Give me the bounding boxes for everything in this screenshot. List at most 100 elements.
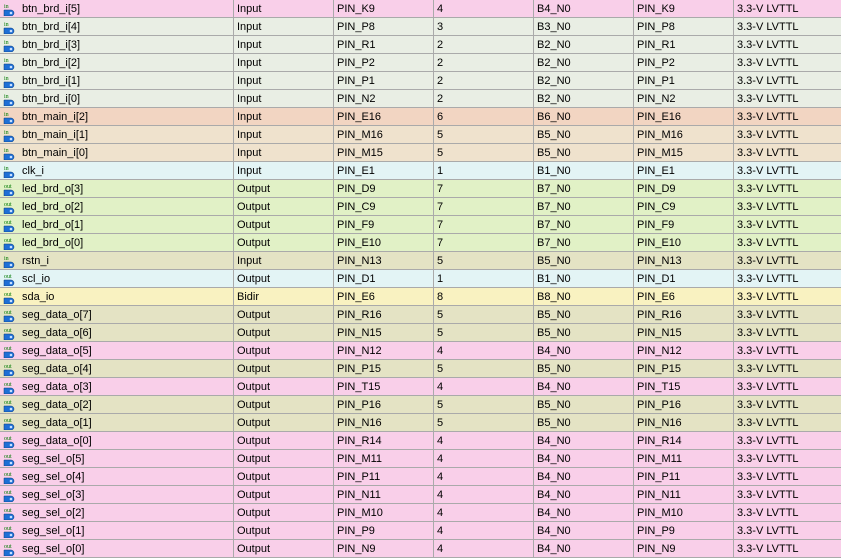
vref-cell[interactable]: B4_N0	[534, 522, 634, 539]
vref-cell[interactable]: B2_N0	[534, 72, 634, 89]
fitter-location-cell[interactable]: PIN_M16	[634, 126, 734, 143]
table-row[interactable]: in btn_main_i[0]InputPIN_M155B5_N0PIN_M1…	[0, 144, 841, 162]
iobank-cell[interactable]: 8	[434, 288, 534, 305]
location-cell[interactable]: PIN_N11	[334, 486, 434, 503]
location-cell[interactable]: PIN_M11	[334, 450, 434, 467]
fitter-location-cell[interactable]: PIN_N12	[634, 342, 734, 359]
vref-cell[interactable]: B5_N0	[534, 414, 634, 431]
table-row[interactable]: out led_brd_o[2]OutputPIN_C97B7_N0PIN_C9…	[0, 198, 841, 216]
table-row[interactable]: in btn_main_i[2]InputPIN_E166B6_N0PIN_E1…	[0, 108, 841, 126]
iostandard-cell[interactable]: 3.3-V LVTTL	[734, 306, 841, 323]
table-row[interactable]: out seg_sel_o[3]OutputPIN_N114B4_N0PIN_N…	[0, 486, 841, 504]
iobank-cell[interactable]: 4	[434, 450, 534, 467]
iobank-cell[interactable]: 7	[434, 216, 534, 233]
location-cell[interactable]: PIN_C9	[334, 198, 434, 215]
direction-cell[interactable]: Input	[234, 18, 334, 35]
fitter-location-cell[interactable]: PIN_R16	[634, 306, 734, 323]
fitter-location-cell[interactable]: PIN_T15	[634, 378, 734, 395]
direction-cell[interactable]: Output	[234, 414, 334, 431]
vref-cell[interactable]: B4_N0	[534, 486, 634, 503]
direction-cell[interactable]: Output	[234, 216, 334, 233]
vref-cell[interactable]: B4_N0	[534, 468, 634, 485]
iostandard-cell[interactable]: 3.3-V LVTTL	[734, 126, 841, 143]
table-row[interactable]: in btn_brd_i[1]InputPIN_P12B2_N0PIN_P13.…	[0, 72, 841, 90]
fitter-location-cell[interactable]: PIN_N11	[634, 486, 734, 503]
location-cell[interactable]: PIN_N15	[334, 324, 434, 341]
location-cell[interactable]: PIN_E16	[334, 108, 434, 125]
fitter-location-cell[interactable]: PIN_R14	[634, 432, 734, 449]
iobank-cell[interactable]: 1	[434, 162, 534, 179]
table-row[interactable]: out seg_data_o[3]OutputPIN_T154B4_N0PIN_…	[0, 378, 841, 396]
iobank-cell[interactable]: 3	[434, 18, 534, 35]
iostandard-cell[interactable]: 3.3-V LVTTL	[734, 216, 841, 233]
location-cell[interactable]: PIN_N9	[334, 540, 434, 557]
iobank-cell[interactable]: 2	[434, 90, 534, 107]
iostandard-cell[interactable]: 3.3-V LVTTL	[734, 0, 841, 17]
table-row[interactable]: out seg_sel_o[4]OutputPIN_P114B4_N0PIN_P…	[0, 468, 841, 486]
iobank-cell[interactable]: 2	[434, 36, 534, 53]
fitter-location-cell[interactable]: PIN_P8	[634, 18, 734, 35]
iobank-cell[interactable]: 5	[434, 414, 534, 431]
vref-cell[interactable]: B5_N0	[534, 144, 634, 161]
iostandard-cell[interactable]: 3.3-V LVTTL	[734, 486, 841, 503]
iobank-cell[interactable]: 7	[434, 234, 534, 251]
vref-cell[interactable]: B2_N0	[534, 90, 634, 107]
iobank-cell[interactable]: 5	[434, 306, 534, 323]
table-row[interactable]: out seg_sel_o[2]OutputPIN_M104B4_N0PIN_M…	[0, 504, 841, 522]
iostandard-cell[interactable]: 3.3-V LVTTL	[734, 540, 841, 557]
location-cell[interactable]: PIN_N12	[334, 342, 434, 359]
location-cell[interactable]: PIN_N13	[334, 252, 434, 269]
iostandard-cell[interactable]: 3.3-V LVTTL	[734, 54, 841, 71]
direction-cell[interactable]: Output	[234, 234, 334, 251]
vref-cell[interactable]: B7_N0	[534, 180, 634, 197]
location-cell[interactable]: PIN_E1	[334, 162, 434, 179]
direction-cell[interactable]: Output	[234, 342, 334, 359]
iobank-cell[interactable]: 5	[434, 126, 534, 143]
direction-cell[interactable]: Input	[234, 0, 334, 17]
vref-cell[interactable]: B2_N0	[534, 54, 634, 71]
direction-cell[interactable]: Input	[234, 108, 334, 125]
vref-cell[interactable]: B4_N0	[534, 540, 634, 557]
iobank-cell[interactable]: 4	[434, 432, 534, 449]
location-cell[interactable]: PIN_D1	[334, 270, 434, 287]
vref-cell[interactable]: B7_N0	[534, 234, 634, 251]
fitter-location-cell[interactable]: PIN_M15	[634, 144, 734, 161]
iobank-cell[interactable]: 4	[434, 522, 534, 539]
direction-cell[interactable]: Output	[234, 396, 334, 413]
iostandard-cell[interactable]: 3.3-V LVTTL	[734, 432, 841, 449]
direction-cell[interactable]: Output	[234, 270, 334, 287]
direction-cell[interactable]: Output	[234, 450, 334, 467]
iostandard-cell[interactable]: 3.3-V LVTTL	[734, 270, 841, 287]
vref-cell[interactable]: B5_N0	[534, 324, 634, 341]
table-row[interactable]: out seg_sel_o[1]OutputPIN_P94B4_N0PIN_P9…	[0, 522, 841, 540]
direction-cell[interactable]: Output	[234, 378, 334, 395]
fitter-location-cell[interactable]: PIN_E16	[634, 108, 734, 125]
iobank-cell[interactable]: 5	[434, 252, 534, 269]
iobank-cell[interactable]: 5	[434, 396, 534, 413]
location-cell[interactable]: PIN_P9	[334, 522, 434, 539]
direction-cell[interactable]: Output	[234, 198, 334, 215]
iobank-cell[interactable]: 4	[434, 0, 534, 17]
direction-cell[interactable]: Input	[234, 252, 334, 269]
direction-cell[interactable]: Output	[234, 486, 334, 503]
direction-cell[interactable]: Input	[234, 36, 334, 53]
table-row[interactable]: out scl_ioOutputPIN_D11B1_N0PIN_D13.3-V …	[0, 270, 841, 288]
fitter-location-cell[interactable]: PIN_N9	[634, 540, 734, 557]
iostandard-cell[interactable]: 3.3-V LVTTL	[734, 18, 841, 35]
fitter-location-cell[interactable]: PIN_D9	[634, 180, 734, 197]
direction-cell[interactable]: Input	[234, 126, 334, 143]
iostandard-cell[interactable]: 3.3-V LVTTL	[734, 504, 841, 521]
iobank-cell[interactable]: 4	[434, 486, 534, 503]
table-row[interactable]: in rstn_iInputPIN_N135B5_N0PIN_N133.3-V …	[0, 252, 841, 270]
direction-cell[interactable]: Input	[234, 72, 334, 89]
location-cell[interactable]: PIN_P8	[334, 18, 434, 35]
fitter-location-cell[interactable]: PIN_F9	[634, 216, 734, 233]
direction-cell[interactable]: Bidir	[234, 288, 334, 305]
iostandard-cell[interactable]: 3.3-V LVTTL	[734, 450, 841, 467]
location-cell[interactable]: PIN_N16	[334, 414, 434, 431]
location-cell[interactable]: PIN_K9	[334, 0, 434, 17]
iostandard-cell[interactable]: 3.3-V LVTTL	[734, 234, 841, 251]
iostandard-cell[interactable]: 3.3-V LVTTL	[734, 90, 841, 107]
iobank-cell[interactable]: 1	[434, 270, 534, 287]
iostandard-cell[interactable]: 3.3-V LVTTL	[734, 360, 841, 377]
